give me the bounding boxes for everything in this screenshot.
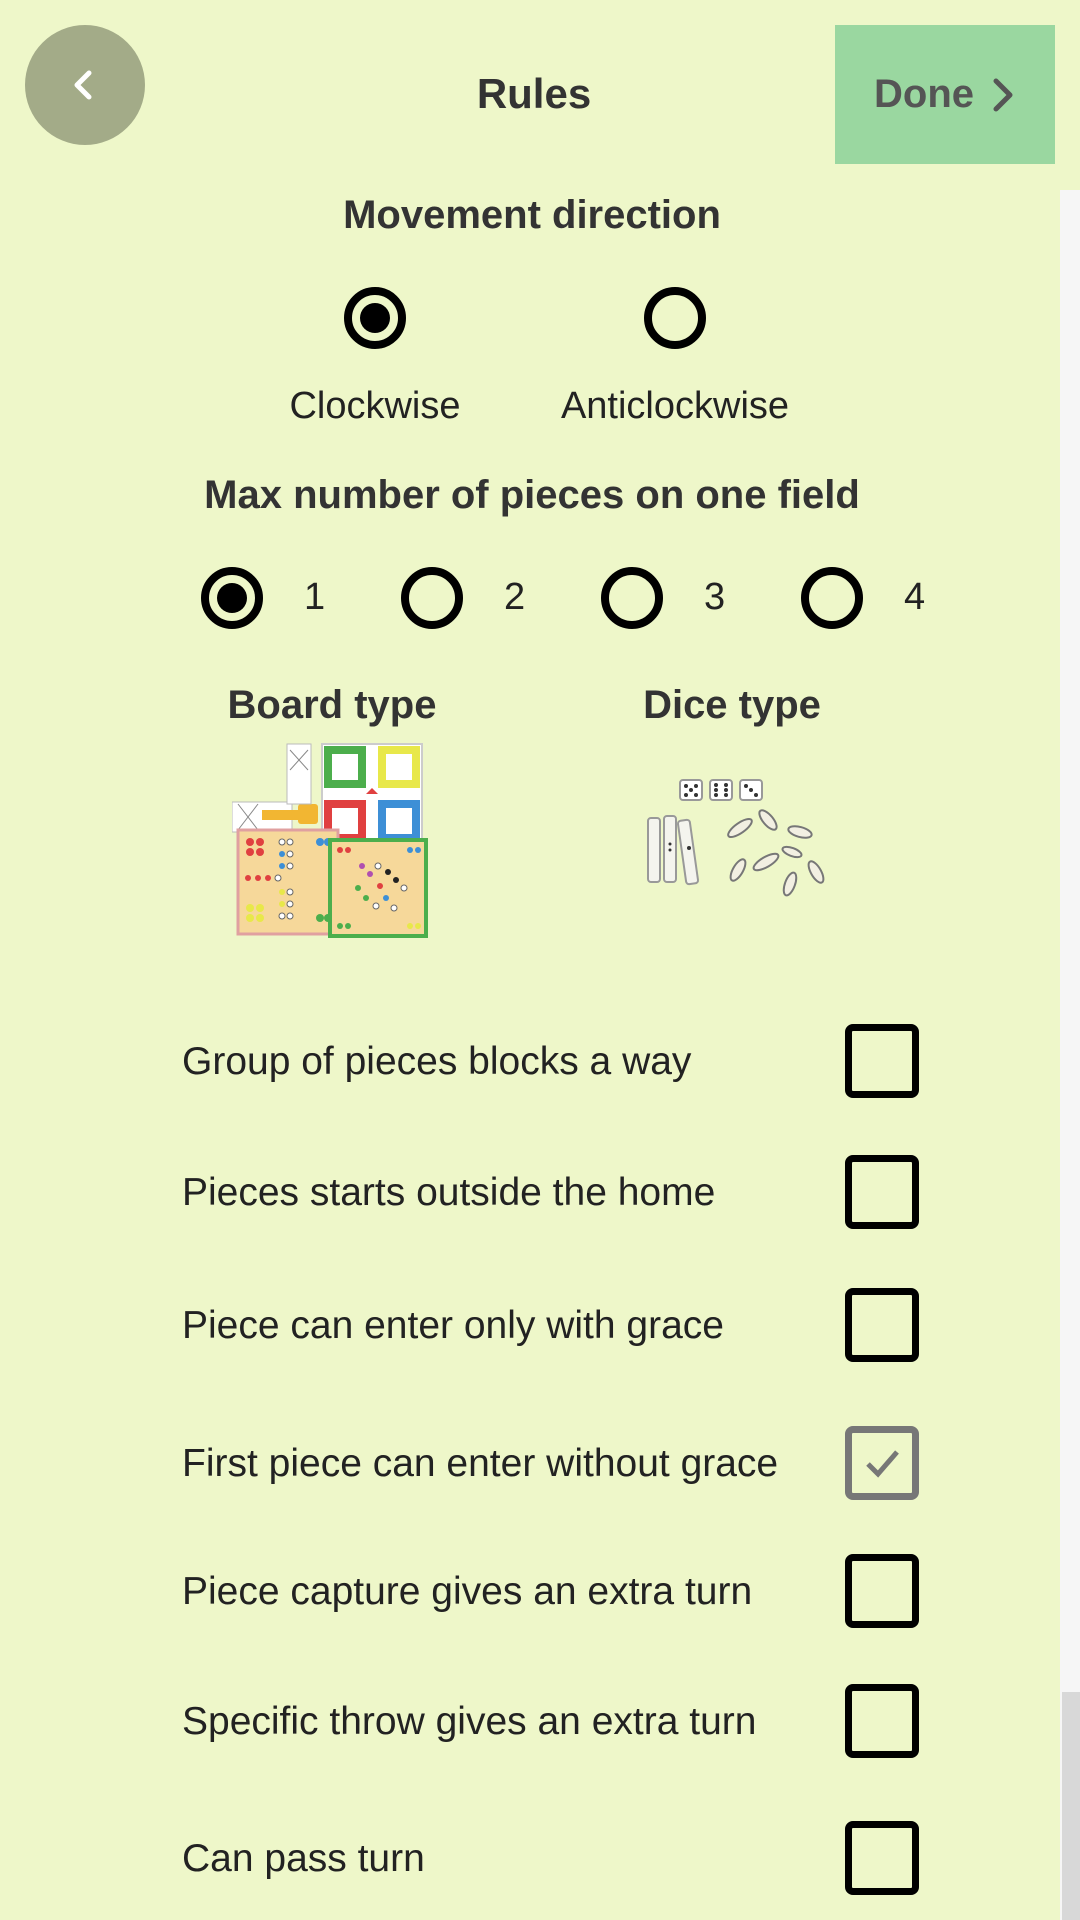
- board-type-picker[interactable]: [231, 742, 428, 943]
- rule-label-starts-outside: Pieces starts outside the home: [182, 1171, 716, 1214]
- board-type-title: Board type: [227, 683, 437, 727]
- ludo-boards-icon: [231, 743, 428, 938]
- max-pieces-label-3: 3: [704, 576, 726, 618]
- rule-label-pass-turn: Can pass turn: [182, 1837, 425, 1880]
- rule-checkbox-enter-with-grace[interactable]: [845, 1288, 919, 1362]
- rule-label-capture-extra-turn: Piece capture gives an extra turn: [182, 1570, 753, 1613]
- movement-direction-title: Movement direction: [343, 193, 721, 237]
- max-pieces-radio-4[interactable]: [801, 567, 863, 629]
- dice-icon: [647, 779, 825, 897]
- rule-checkbox-capture-extra-turn[interactable]: [845, 1554, 919, 1628]
- max-pieces-label-1: 1: [304, 576, 326, 618]
- max-pieces-label-2: 2: [504, 576, 526, 618]
- anticlockwise-radio[interactable]: [644, 287, 706, 349]
- rule-label-enter-with-grace: Piece can enter only with grace: [182, 1304, 724, 1347]
- scrollbar-track[interactable]: [1060, 190, 1080, 1920]
- max-pieces-radio-3[interactable]: [601, 567, 663, 629]
- max-pieces-radio-1[interactable]: [201, 567, 263, 629]
- rule-checkbox-throw-extra-turn[interactable]: [845, 1684, 919, 1758]
- clockwise-label: Clockwise: [289, 385, 461, 427]
- rule-label-first-without-grace: First piece can enter without grace: [182, 1442, 779, 1485]
- dice-type-picker[interactable]: [642, 772, 832, 905]
- rule-label-blocks-way: Group of pieces blocks a way: [182, 1040, 692, 1083]
- clockwise-radio[interactable]: [344, 287, 406, 349]
- anticlockwise-label: Anticlockwise: [560, 385, 790, 427]
- rule-checkbox-pass-turn[interactable]: [845, 1821, 919, 1895]
- max-pieces-title: Max number of pieces on one field: [204, 473, 860, 517]
- rule-checkbox-starts-outside[interactable]: [845, 1155, 919, 1229]
- done-label: Done: [874, 72, 974, 116]
- dice-type-title: Dice type: [643, 683, 821, 727]
- done-button[interactable]: Done: [835, 25, 1055, 164]
- rule-checkbox-first-without-grace[interactable]: [845, 1426, 919, 1500]
- scrollbar-thumb[interactable]: [1062, 1692, 1080, 1920]
- max-pieces-radio-2[interactable]: [401, 567, 463, 629]
- chevron-right-icon: [993, 78, 1013, 111]
- rule-label-throw-extra-turn: Specific throw gives an extra turn: [182, 1700, 757, 1743]
- rule-checkbox-blocks-way[interactable]: [845, 1024, 919, 1098]
- checkmark-icon: [866, 1450, 899, 1478]
- max-pieces-label-4: 4: [904, 576, 926, 618]
